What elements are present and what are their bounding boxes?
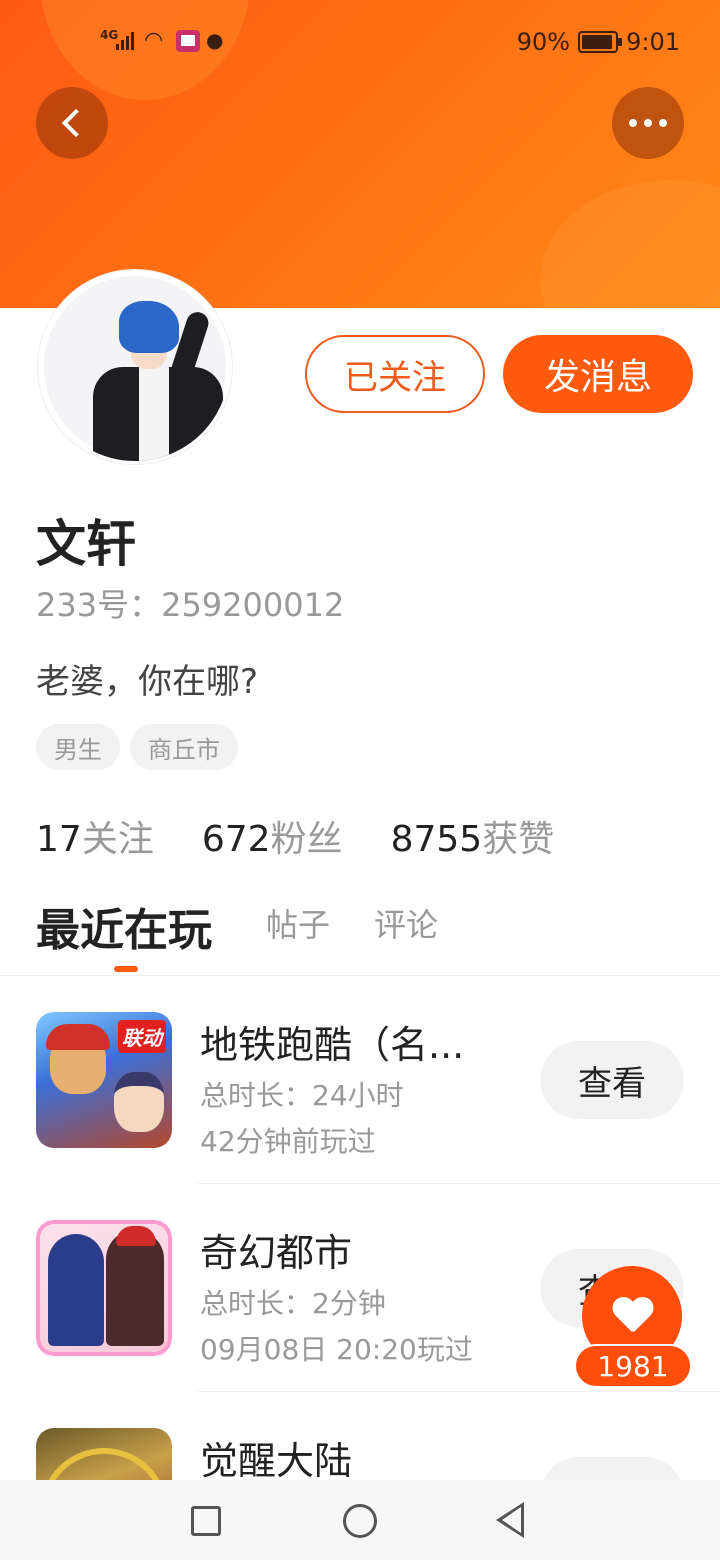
more-dots-icon [629,119,667,127]
view-button[interactable]: 查看 [540,1041,684,1119]
home-icon[interactable] [343,1504,377,1538]
user-stats: 17关注 672粉丝 8755获赞 [36,810,554,862]
game-duration: 总时长：24小时 [200,1079,404,1112]
reader-app-icon [176,30,200,52]
tab-recent-playing[interactable]: 最近在玩 [36,894,212,958]
status-right: 90% 9:01 [517,28,680,56]
stat-fans-label: 粉丝 [270,819,343,860]
icon-hat [116,1226,156,1246]
icon-character [48,1234,104,1346]
icon-character [114,1072,164,1132]
stat-likes[interactable]: 8755获赞 [391,810,555,862]
heart-icon [612,1298,652,1334]
collab-badge: 联动 [118,1020,166,1053]
game-icon-subway: 联动 [36,1012,172,1148]
game-title: 觉醒大陆 [200,1439,353,1483]
battery-icon [578,31,623,53]
game-icon-fantasy [36,1220,172,1356]
tag-gender: 男生 [36,724,120,770]
avatar-shirt [139,367,169,461]
user-name: 文轩 [36,515,136,573]
stat-following-count: 17 [36,819,82,860]
battery-percent: 90% [516,28,571,56]
stat-following[interactable]: 17关注 [36,810,154,862]
system-nav-bar [0,1480,720,1560]
banner-decoration [540,180,720,308]
clock: 9:01 [626,28,680,56]
tab-posts[interactable]: 帖子 [266,900,330,946]
stat-likes-label: 获赞 [482,819,555,860]
user-tags: 男生 商丘市 [36,724,238,770]
more-button[interactable] [612,87,684,159]
stat-likes-count: 8755 [390,819,483,860]
chevron-left-icon [61,108,91,138]
stat-following-label: 关注 [81,819,154,860]
signal-icon [116,30,138,50]
back-button[interactable] [36,87,108,159]
game-title: 地铁跑酷（名... [200,1023,465,1067]
avatar-hair [119,301,179,353]
back-triangle-icon[interactable] [496,1502,524,1538]
user-id: 233号：259200012 [36,586,345,624]
game-item[interactable]: 联动 地铁跑酷（名... 总时长：24小时 42分钟前玩过 查看 [0,976,720,1184]
tab-comments[interactable]: 评论 [374,900,438,946]
stat-fans[interactable]: 672粉丝 [202,810,343,862]
avatar[interactable] [38,270,232,464]
game-last-played: 42分钟前玩过 [200,1125,376,1158]
recent-apps-icon[interactable] [191,1506,221,1536]
tag-city: 商丘市 [130,724,238,770]
game-last-played: 09月08日 20:20玩过 [200,1333,473,1366]
icon-cap [46,1024,110,1050]
profile-page: 4G ◠ ● 90% 9:01 已关注 发消息 文轩 233号：25920001… [0,0,720,1560]
game-duration: 总时长：2分钟 [200,1287,386,1320]
stat-fans-count: 672 [201,819,271,860]
wifi-icon: ◠ [144,28,164,53]
icon-character [106,1230,164,1346]
user-bio: 老婆，你在哪? [36,662,259,702]
profile-banner: 4G ◠ ● 90% 9:01 [0,0,720,308]
wechat-icon: ● [206,28,224,52]
status-bar: 4G ◠ ● 90% 9:01 [0,24,720,64]
profile-tabs: 最近在玩 帖子 评论 [36,900,720,976]
game-title: 奇幻都市 [200,1231,353,1275]
active-tab-indicator [114,966,138,972]
followed-button[interactable]: 已关注 [305,335,485,413]
send-message-button[interactable]: 发消息 [503,335,693,413]
like-count: 1981 [574,1344,692,1388]
